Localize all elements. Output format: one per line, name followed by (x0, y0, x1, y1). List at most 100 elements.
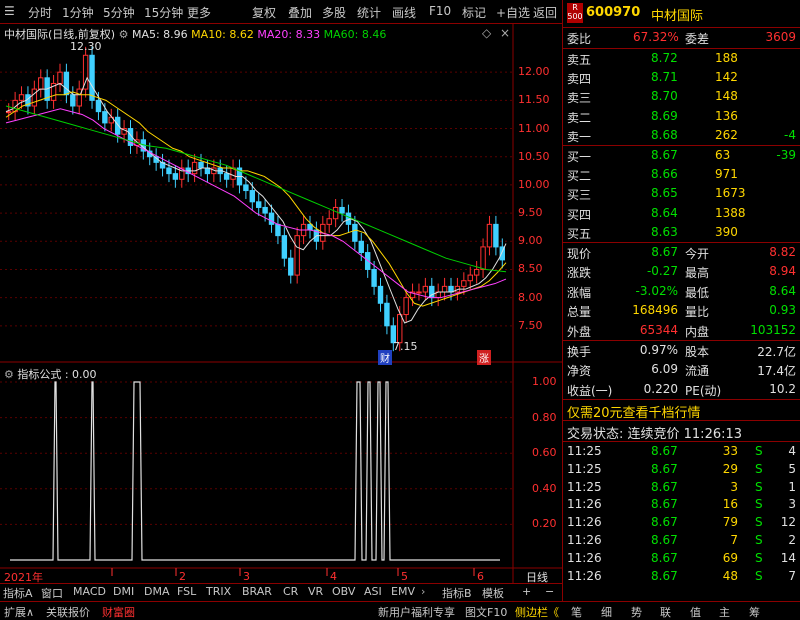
fin-row: 净资 6.09 流通 17.4亿 (567, 360, 796, 379)
footer-f10[interactable]: 图文F10 (465, 604, 507, 620)
minus-icon[interactable]: − (545, 585, 554, 598)
tick-direction: S (755, 515, 763, 530)
tab-more[interactable]: 更多 (187, 4, 211, 21)
footer-expand[interactable]: 扩展∧ (4, 604, 34, 620)
weibi-value: 67.32% (633, 30, 679, 44)
tab-asi[interactable]: ASI (364, 585, 382, 598)
tab-fsl[interactable]: FSL (177, 585, 196, 598)
tab-vr[interactable]: VR (308, 585, 323, 598)
candle-body (95, 99, 102, 113)
button-back[interactable]: 返回 (533, 4, 557, 21)
kline-chart-svg[interactable]: 2 3 4 5 6 (0, 24, 562, 584)
stat-value: 8.94 (769, 264, 796, 279)
fin-value: 17.4亿 (757, 364, 796, 379)
low-price-label: 7.15 (393, 340, 418, 353)
fin-value: 6.09 (651, 362, 678, 377)
button-diejia[interactable]: 叠加 (288, 4, 312, 21)
button-fuquan[interactable]: 复权 (252, 4, 276, 21)
chevron-right-icon[interactable]: › (421, 585, 425, 598)
menu-icon[interactable]: ☰ (4, 4, 15, 18)
tab-trix[interactable]: TRIX (206, 585, 231, 598)
close-icon[interactable]: × (500, 26, 510, 40)
tab-fenshi[interactable]: 分时 (28, 4, 52, 21)
candle-body (403, 297, 409, 316)
ask-level-label: 卖一 (567, 129, 592, 144)
stat-row: 涨跌 -0.27 最高 8.94 (567, 262, 796, 281)
tab-macd[interactable]: MACD (73, 585, 106, 598)
button-biaoji[interactable]: 标记 (462, 4, 486, 21)
tab-emv[interactable]: EMV (391, 585, 415, 598)
indicator-axis-label: 1.00 (532, 375, 557, 388)
footer-wealth-circle[interactable]: 财富圈 (102, 604, 135, 620)
side-tab-bi[interactable]: 笔 (571, 604, 582, 620)
tab-obv[interactable]: OBV (332, 585, 355, 598)
ma20-label: MA20: 8.33 (257, 28, 321, 41)
price-axis-label: 7.50 (518, 318, 543, 332)
tab-window[interactable]: 窗口 (41, 585, 63, 601)
side-tab-zhu[interactable]: 主 (719, 604, 730, 620)
footer-new-user-promo[interactable]: 新用户福利专享 (378, 604, 455, 620)
tick-time: 11:26 (567, 533, 602, 547)
kline-chart-area[interactable]: 2 3 4 5 6 中材国际(日线,前复权) ⚙ MA5: 8.96 MA10: 8.6… (0, 24, 562, 584)
plus-icon[interactable]: + (522, 585, 531, 598)
bid-level-label: 买二 (567, 169, 592, 184)
stock-code: 600970 (586, 5, 641, 20)
button-huaxian[interactable]: 画线 (392, 4, 416, 21)
side-tab-zhi[interactable]: 值 (690, 604, 701, 620)
side-tab-lian[interactable]: 联 (660, 604, 671, 620)
expand-icon[interactable]: ◇ (482, 26, 491, 40)
bid-change: -39 (776, 148, 796, 162)
side-tab-chou[interactable]: 筹 (749, 604, 760, 620)
level2-promo-link[interactable]: 仅需20元查看千档行情 (567, 402, 701, 421)
tab-indicator-a[interactable]: 指标A (3, 585, 33, 601)
fin-value: 0.97% (639, 343, 678, 357)
candle-body (76, 88, 82, 107)
fin-value: 10.2 (769, 381, 796, 396)
tab-brar[interactable]: BRAR (242, 585, 272, 598)
tick-price: 8.67 (651, 568, 678, 583)
tick-time: 11:26 (567, 497, 602, 512)
stat-value: 168496 (632, 303, 678, 318)
footer-sidebar-toggle[interactable]: 侧边栏《 (515, 604, 559, 620)
side-tab-shi[interactable]: 势 (631, 604, 642, 620)
ask-row: 卖一 8.68 262 -4 (567, 126, 796, 145)
tick-direction: S (755, 479, 763, 494)
settings-icon[interactable]: ⚙ (119, 28, 132, 41)
side-tab-xi[interactable]: 细 (601, 604, 612, 620)
candle-body (441, 285, 448, 293)
chart-toolbar: ☰ 分时 1分钟 5分钟 15分钟 更多 复权 叠加 多股 统计 画线 F10 … (0, 0, 562, 24)
tab-1min[interactable]: 1分钟 (62, 4, 94, 21)
fin-row: 换手 0.97% 股本 22.7亿 (567, 341, 796, 360)
candle-body (31, 88, 38, 107)
button-duogu[interactable]: 多股 (322, 4, 346, 21)
ma10-line (5, 91, 507, 307)
tab-5min[interactable]: 5分钟 (103, 4, 135, 21)
tab-cr[interactable]: CR (283, 585, 298, 598)
trade-status: 交易状态: 连续竞价 11:26:13 (567, 427, 743, 442)
button-add-watchlist[interactable]: +自选 (496, 4, 530, 21)
tab-indicator-b[interactable]: 指标B (442, 585, 472, 601)
candle-body (493, 223, 499, 248)
footer-related-quotes[interactable]: 关联报价 (46, 604, 90, 620)
price-axis-label: 11.00 (518, 121, 550, 135)
button-f10[interactable]: F10 (429, 4, 451, 18)
tab-dma[interactable]: DMA (144, 585, 170, 598)
tab-dmi[interactable]: DMI (113, 585, 134, 598)
indicator-settings-icon[interactable]: ⚙ (4, 368, 17, 381)
fin-value: 0.220 (643, 381, 678, 396)
tick-time: 11:25 (567, 479, 602, 494)
tab-15min[interactable]: 15分钟 (144, 4, 183, 21)
candle-body (281, 235, 288, 259)
candle-body (352, 223, 358, 242)
marker-zhang[interactable]: 涨 (477, 350, 491, 365)
tick-row: 11:25 8.67 33 S 4 (567, 442, 796, 461)
tick-row: 11:26 8.67 69 S 14 (567, 549, 796, 568)
tab-template[interactable]: 模板 (482, 585, 504, 601)
button-tongji[interactable]: 统计 (357, 4, 381, 21)
fin-label: 净资 (567, 364, 592, 379)
ask-volume: 142 (715, 70, 738, 85)
indicator-axis-label: 0.80 (532, 410, 557, 424)
marker-cai[interactable]: 财 (378, 350, 392, 365)
ask-volume: 188 (715, 51, 738, 65)
stat-value: 103152 (750, 322, 796, 337)
